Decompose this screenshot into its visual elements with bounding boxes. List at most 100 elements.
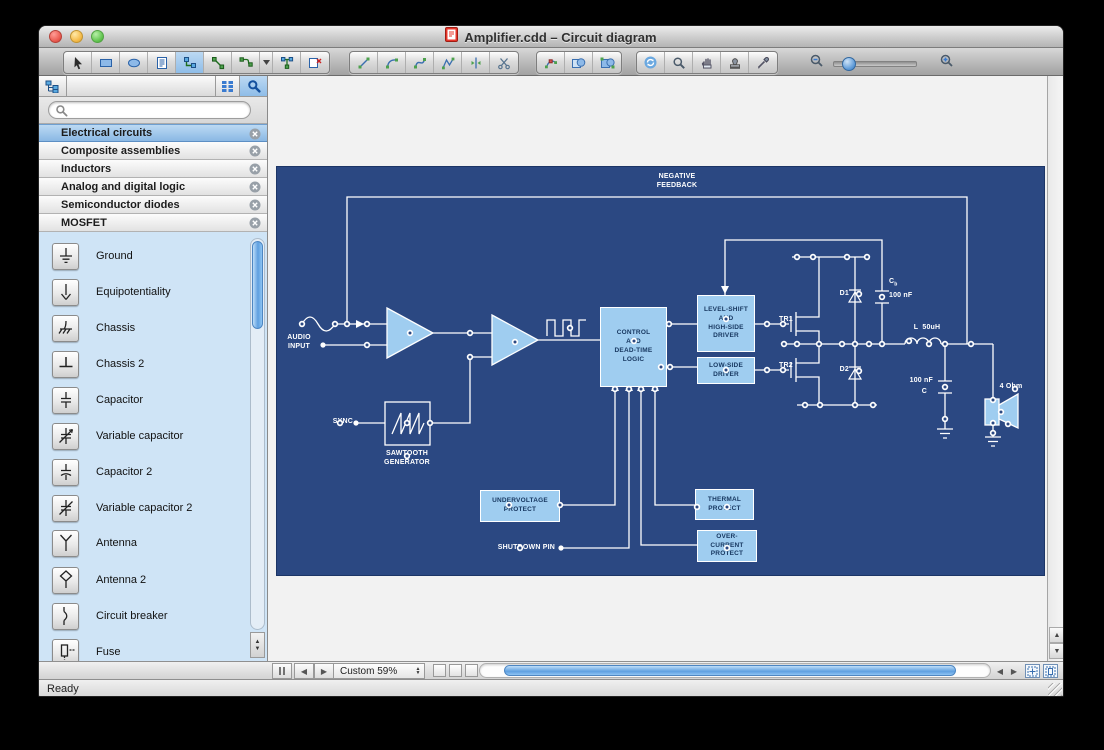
eyedropper-tool-button[interactable] xyxy=(749,52,777,73)
close-category-icon[interactable] xyxy=(249,217,261,229)
polyline-tool-button[interactable] xyxy=(434,52,462,73)
component-capacitor-2[interactable]: Capacitor 2 xyxy=(39,454,249,490)
component-ground[interactable]: Ground xyxy=(39,238,249,274)
reshape-tool-button[interactable] xyxy=(537,52,565,73)
zoom-stepper[interactable]: ▲▼ xyxy=(412,667,424,675)
text-block-tool-button[interactable] xyxy=(148,52,176,73)
category-composite-assemblies[interactable]: Composite assemblies xyxy=(39,142,267,160)
view-mode-button-2[interactable] xyxy=(449,664,462,677)
actual-size-button[interactable] xyxy=(1043,664,1058,678)
library-search-box[interactable] xyxy=(48,101,251,119)
scissors-tool-button[interactable] xyxy=(490,52,518,73)
smart-connector-tool-button[interactable] xyxy=(232,52,260,73)
level-shift-high-side-driver-block[interactable]: LEVEL-SHIFTANDHIGH-SIDEDRIVER xyxy=(697,295,755,352)
ellipse-tool-button[interactable] xyxy=(120,52,148,73)
tree-connector-tool-button[interactable] xyxy=(273,52,301,73)
zoom-tool-button[interactable] xyxy=(665,52,693,73)
search-view-button[interactable] xyxy=(240,76,267,96)
connector-dropdown-arrow[interactable] xyxy=(260,52,273,73)
refresh-button[interactable] xyxy=(637,52,665,73)
category-label: Inductors xyxy=(61,163,111,175)
rectangle-tool-button[interactable] xyxy=(92,52,120,73)
low-side-driver-block[interactable]: LOW-SIDEDRIVER xyxy=(697,357,755,384)
scroll-right-button[interactable]: ▶ xyxy=(1007,663,1021,679)
line-tool-button[interactable] xyxy=(350,52,378,73)
category-semiconductor-diodes[interactable]: Semiconductor diodes xyxy=(39,196,267,214)
category-inductors[interactable]: Inductors xyxy=(39,160,267,178)
fit-page-button[interactable] xyxy=(1025,664,1040,678)
next-page-button[interactable]: ▶ xyxy=(314,663,334,679)
zoom-slider[interactable] xyxy=(833,61,917,67)
component-label: Circuit breaker xyxy=(96,610,168,622)
component-variable-capacitor-2[interactable]: Variable capacitor 2 xyxy=(39,490,249,526)
scroll-down-button[interactable]: ▼ xyxy=(1049,643,1064,659)
zoom-out-button[interactable] xyxy=(809,53,825,74)
component-circuit-breaker[interactable]: Circuit breaker xyxy=(39,598,249,634)
select-tool-button[interactable] xyxy=(64,52,92,73)
direct-connector-tool-button[interactable] xyxy=(204,52,232,73)
resize-grip[interactable] xyxy=(1048,683,1062,697)
arc-tool-button[interactable] xyxy=(378,52,406,73)
close-category-icon[interactable] xyxy=(249,199,261,211)
scroll-left-button[interactable]: ◀ xyxy=(993,663,1007,679)
c-name-label: C xyxy=(877,387,927,396)
close-category-icon[interactable] xyxy=(249,145,261,157)
category-electrical-circuits[interactable]: Electrical circuits xyxy=(39,124,267,142)
scroll-up-button[interactable]: ▲ xyxy=(1049,627,1064,643)
component-chassis-2[interactable]: Chassis 2 xyxy=(39,346,249,382)
component-antenna[interactable]: Antenna xyxy=(39,525,249,561)
sidebar-scrollbar[interactable] xyxy=(250,238,265,630)
close-category-icon[interactable] xyxy=(249,163,261,175)
sync-label: SYNC xyxy=(317,417,353,426)
stamp-tool-button[interactable] xyxy=(721,52,749,73)
pause-button[interactable] xyxy=(272,663,292,679)
canvas-viewport[interactable]: CONTROLANDDEAD-TIMELOGIC LEVEL-SHIFTANDH… xyxy=(268,76,1047,661)
undervoltage-protect-block[interactable]: UNDERVOLTAGEPROTECT xyxy=(480,490,560,522)
component-variable-capacitor[interactable]: Variable capacitor xyxy=(39,418,249,454)
control-deadtime-logic-block[interactable]: CONTROLANDDEAD-TIMELOGIC xyxy=(600,307,667,387)
subtract-shapes-tool-button[interactable] xyxy=(565,52,593,73)
scroll-down-icon[interactable]: ▼ xyxy=(255,646,261,652)
disconnect-tool-button[interactable] xyxy=(301,52,329,73)
library-search-input[interactable] xyxy=(72,103,232,117)
status-text: Ready xyxy=(47,683,79,695)
scroll-up-icon[interactable]: ▲ xyxy=(255,639,261,645)
close-category-icon[interactable] xyxy=(249,128,261,140)
thermal-protect-block[interactable]: THERMALPROTECT xyxy=(695,489,754,520)
titlebar[interactable]: Amplifier.cdd – Circuit diagram xyxy=(39,26,1063,48)
library-title-area[interactable] xyxy=(67,76,216,96)
previous-page-button[interactable]: ◀ xyxy=(294,663,314,679)
zoom-slider-knob[interactable] xyxy=(842,57,856,71)
variable-capacitor-2-icon xyxy=(52,495,79,522)
overcurrent-protect-block[interactable]: OVER-CURRENTPROTECT xyxy=(697,530,757,562)
sidebar-scrollbar-thumb[interactable] xyxy=(252,241,263,329)
split-shape-tool-button[interactable] xyxy=(462,52,490,73)
chassis-2-icon xyxy=(52,351,79,378)
zoom-in-button[interactable] xyxy=(939,53,955,74)
zoom-level-select[interactable]: Custom 59% ▲▼ xyxy=(333,663,425,679)
component-chassis[interactable]: Chassis xyxy=(39,310,249,346)
sidebar-scroll-arrows[interactable]: ▲▼ xyxy=(250,632,265,658)
canvas-vertical-scrollbar[interactable]: ▲ ▼ xyxy=(1047,76,1064,661)
grid-view-button[interactable] xyxy=(216,76,240,96)
rightangle-connector-tool-button[interactable] xyxy=(176,52,204,73)
category-label: MOSFET xyxy=(61,217,107,229)
category-analog-digital-logic[interactable]: Analog and digital logic xyxy=(39,178,267,196)
bezier-tool-button[interactable] xyxy=(406,52,434,73)
close-category-icon[interactable] xyxy=(249,181,261,193)
component-antenna-2[interactable]: Antenna 2 xyxy=(39,562,249,598)
antenna-icon xyxy=(52,530,79,557)
canvas-horizontal-scrollbar[interactable] xyxy=(479,663,991,678)
view-mode-button-3[interactable] xyxy=(465,664,478,677)
cb-label: Cb xyxy=(889,277,898,288)
view-mode-button-1[interactable] xyxy=(433,664,446,677)
component-equipotentiality[interactable]: Equipotentiality xyxy=(39,274,249,310)
tree-view-button[interactable] xyxy=(39,76,67,96)
pan-tool-button[interactable] xyxy=(693,52,721,73)
component-label: Chassis 2 xyxy=(96,358,144,370)
diagram-page[interactable]: CONTROLANDDEAD-TIMELOGIC LEVEL-SHIFTANDH… xyxy=(276,166,1045,576)
component-capacitor[interactable]: Capacitor xyxy=(39,382,249,418)
category-mosfet[interactable]: MOSFET xyxy=(39,214,267,232)
horizontal-scrollbar-thumb[interactable] xyxy=(504,665,956,676)
group-shapes-tool-button[interactable] xyxy=(593,52,621,73)
